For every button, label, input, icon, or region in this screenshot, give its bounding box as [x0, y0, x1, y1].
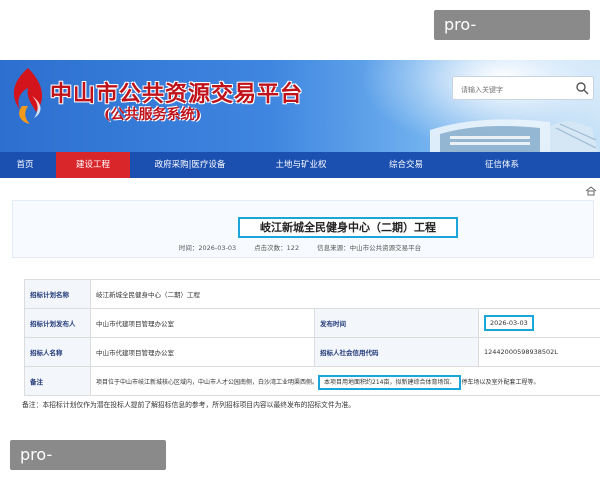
publisher-value: 中山市代建项目管理办公室 — [90, 308, 315, 338]
publish-time-label: 发布时间 — [314, 308, 479, 338]
source-value: 中山市公共资源交易平台 — [349, 244, 422, 252]
table-row: 招标计划发布人 中山市代建项目管理办公室 发布时间 2026-03-03 — [24, 308, 600, 338]
views-label: 点击次数： — [254, 244, 287, 252]
view-count: 点击次数：122 — [254, 244, 299, 252]
site-subtitle: (公共服务系统) — [104, 107, 202, 123]
credit-code-label: 招标人社会信用代码 — [314, 337, 479, 367]
watermark-top: pro-sportlive.com — [434, 10, 590, 64]
search-box[interactable] — [452, 76, 594, 101]
remark-highlight: 本项目用地面积约214亩，拟新建综合体育场馆、 — [318, 374, 462, 390]
project-meta: 时间：2026-03-03 点击次数：122 信息来源：中山市公共资源交易平台 — [0, 242, 600, 252]
tender-info-table: 招标计划名称 岐江新城全民健身中心（二期）工程 招标计划发布人 中山市代建项目管… — [24, 279, 600, 396]
table-row: 备注 项目位于中山市岐江新城核心区域内，中山市人才公园南侧，白沙湾工业明渠西侧。… — [24, 366, 600, 396]
time-value: 2026-03-03 — [198, 244, 237, 252]
home-icon[interactable] — [585, 186, 597, 196]
tenderer-value: 中山市代建项目管理办公室 — [90, 337, 315, 367]
views-value: 122 — [286, 244, 300, 252]
site-banner: 中山市公共资源交易平台 (公共服务系统) — [0, 60, 600, 152]
publisher-label: 招标计划发布人 — [24, 308, 91, 338]
credit-code-value: 12442000598938502L — [477, 337, 600, 367]
source-label: 信息来源： — [317, 244, 350, 252]
nav-item-comprehensive[interactable]: 综合交易 — [368, 152, 444, 178]
remark-label: 备注 — [24, 366, 91, 396]
info-source: 信息来源：中山市公共资源交易平台 — [317, 244, 421, 252]
nav-item-construction[interactable]: 建设工程 — [56, 152, 130, 178]
main-nav: 首页 建设工程 政府采购|医疗设备 土地与矿业权 综合交易 征信体系 — [0, 152, 600, 178]
plan-name-value: 岐江新城全民健身中心（二期）工程 — [89, 279, 600, 309]
remark-text-2: 停车场以及室外配套工程等。 — [461, 378, 540, 386]
remark-text-1: 项目位于中山市岐江新城核心区域内，中山市人才公园南侧，白沙湾工业明渠西侧。 — [96, 378, 319, 386]
time-label: 时间： — [178, 244, 199, 252]
nav-item-gov-procurement[interactable]: 政府采购|医疗设备 — [140, 152, 240, 178]
project-title: 岐江新城全民健身中心（二期）工程 — [238, 217, 458, 238]
table-row: 招标人名称 中山市代建项目管理办公室 招标人社会信用代码 12442000598… — [24, 337, 600, 367]
plan-name-label: 招标计划名称 — [24, 279, 91, 309]
publish-time-value: 2026-03-03 — [484, 315, 534, 331]
watermark-bottom: pro-sportlive.com — [10, 440, 166, 480]
publish-time: 时间：2026-03-03 — [179, 244, 236, 252]
nav-item-home[interactable]: 首页 — [0, 152, 50, 178]
flame-logo-icon — [13, 68, 43, 124]
table-row: 招标计划名称 岐江新城全民健身中心（二期）工程 — [24, 279, 600, 309]
nav-item-credit[interactable]: 征信体系 — [464, 152, 540, 178]
search-icon[interactable] — [575, 81, 589, 95]
tenderer-label: 招标人名称 — [24, 337, 91, 367]
search-input[interactable] — [453, 79, 571, 101]
nav-item-land-mining[interactable]: 土地与矿业权 — [256, 152, 346, 178]
footnote: 备注：本招标计划仅作为潜在投标人提前了解招标信息的参考，所列招标项目内容以最终发… — [22, 401, 356, 409]
building-illustration — [430, 119, 598, 152]
